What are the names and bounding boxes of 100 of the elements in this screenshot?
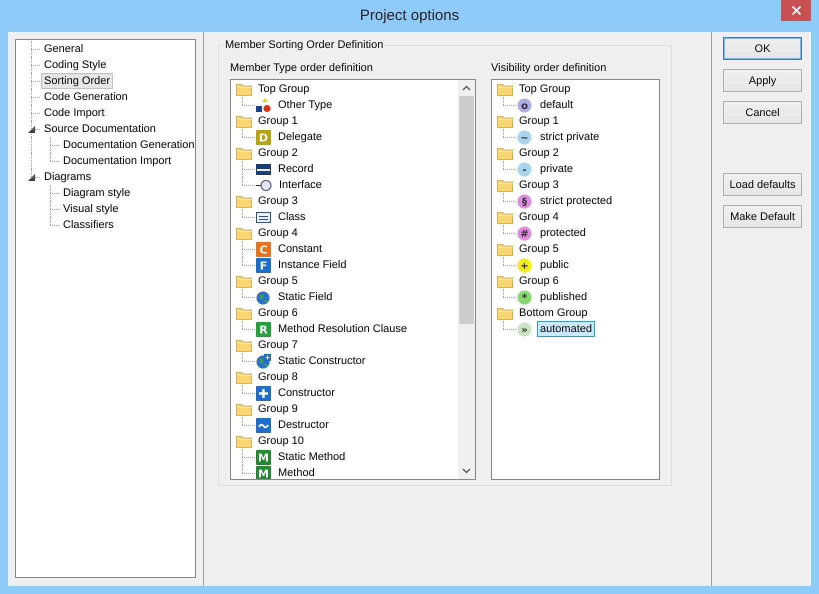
group-item[interactable]: Group 10 [255, 433, 307, 449]
member-item[interactable]: public [537, 257, 572, 273]
folder-icon [236, 146, 252, 160]
visibility-badge-icon: * [517, 290, 532, 304]
folder-icon [236, 402, 252, 416]
sidebar-item[interactable]: Coding Style [41, 57, 110, 73]
sidebar-item[interactable]: Source Documentation [41, 121, 159, 137]
group-item[interactable]: Group 6 [516, 273, 562, 289]
member-item[interactable]: Instance Field [275, 257, 350, 273]
scrollbar[interactable] [458, 80, 475, 479]
group-item[interactable]: Group 6 [255, 305, 301, 321]
member-item[interactable]: Constant [275, 241, 326, 257]
group-item[interactable]: Group 1 [255, 113, 301, 129]
member-item[interactable]: Static Field [275, 289, 336, 305]
dialog-button[interactable]: OK [723, 37, 802, 60]
folder-icon [497, 306, 513, 320]
group-item[interactable]: Group 3 [255, 193, 301, 209]
member-item[interactable]: Other Type [275, 97, 336, 113]
letter-tile-icon: R [256, 322, 271, 336]
folder-icon [497, 82, 513, 96]
list-label: Member Type order definition [230, 62, 374, 76]
group-item[interactable]: Bottom Group [516, 305, 590, 321]
group-item[interactable]: Group 8 [255, 369, 301, 385]
globe-icon [256, 290, 271, 304]
member-item[interactable]: strict protected [537, 193, 616, 209]
group-item[interactable]: Group 5 [516, 241, 562, 257]
folder-icon [236, 370, 252, 384]
letter-tile-icon: C [256, 242, 271, 256]
group-item[interactable]: Top Group [516, 81, 574, 97]
folder-icon [236, 114, 252, 128]
close-button[interactable] [781, 0, 811, 21]
sidebar-item[interactable]: Visual style [60, 201, 122, 217]
group-item[interactable]: Group 2 [516, 145, 562, 161]
sidebar-item[interactable]: Documentation Import [60, 153, 174, 169]
sidebar-item[interactable]: Diagrams [41, 169, 94, 185]
list-label: Visibility order definition [491, 62, 608, 76]
close-icon [792, 6, 800, 15]
wave-tile-icon [256, 418, 271, 432]
dialog-button[interactable]: Cancel [723, 101, 802, 124]
visibility-badge-icon: o [517, 98, 532, 112]
dialog-button[interactable]: Load defaults [723, 173, 802, 196]
sidebar-item[interactable]: Code Generation [41, 89, 131, 105]
member-item[interactable]: default [537, 97, 576, 113]
group-item[interactable]: Group 5 [255, 273, 301, 289]
member-item[interactable]: protected [537, 225, 589, 241]
shapes-icon [256, 98, 271, 112]
expander-icon[interactable] [28, 126, 35, 133]
group-item[interactable]: Group 1 [516, 113, 562, 129]
member-item[interactable]: Delegate [275, 129, 326, 145]
dialog-button[interactable]: Apply [723, 69, 802, 92]
group-item[interactable]: Group 2 [255, 145, 301, 161]
member-item[interactable]: Static Method [275, 449, 348, 465]
folder-icon [236, 226, 252, 240]
bar-tile-icon [256, 162, 271, 176]
scroll-down-icon[interactable] [462, 468, 471, 474]
folder-icon [497, 114, 513, 128]
visibility-badge-icon: » [517, 322, 532, 336]
group-item[interactable]: Group 3 [516, 177, 562, 193]
group-item[interactable]: Top Group [255, 81, 312, 97]
member-item[interactable]: Destructor [275, 417, 332, 433]
member-item[interactable]: private [537, 161, 576, 177]
sidebar-item[interactable]: General [41, 41, 86, 57]
sidebar-item[interactable]: Diagram style [60, 185, 134, 201]
folder-icon [497, 178, 513, 192]
folder-icon [236, 306, 252, 320]
letter-tile-icon: F [256, 258, 271, 272]
dialog-button[interactable]: Make Default [723, 205, 802, 228]
member-item[interactable]: Static Constructor [275, 353, 368, 369]
group-item[interactable]: Group 4 [516, 209, 562, 225]
member-item[interactable]: strict private [537, 129, 602, 145]
scroll-up-icon[interactable] [462, 85, 471, 91]
lollipop-icon [256, 178, 272, 192]
window-title: Project options [360, 7, 460, 24]
sidebar-item[interactable]: Classifiers [60, 217, 117, 233]
group-item[interactable]: Group 7 [255, 337, 301, 353]
folder-icon [236, 274, 252, 288]
member-item[interactable]: Method Resolution Clause [275, 321, 410, 337]
group-item[interactable]: Group 4 [255, 225, 301, 241]
member-item[interactable]: published [537, 289, 590, 305]
letter-tile-icon: M [256, 466, 271, 479]
folder-icon [497, 242, 513, 256]
group-box-title: Member Sorting Order Definition [224, 39, 384, 51]
scroll-thumb[interactable] [459, 96, 474, 324]
member-item[interactable]: Interface [276, 177, 325, 193]
folder-icon [497, 210, 513, 224]
folder-icon [236, 194, 252, 208]
sidebar-item[interactable]: Sorting Order [41, 73, 114, 89]
group-item[interactable]: Group 9 [255, 401, 301, 417]
sidebar-item[interactable]: Code Import [41, 105, 108, 121]
sidebar-item[interactable]: Documentation Generation [60, 137, 198, 153]
expander-icon[interactable] [28, 174, 35, 181]
visibility-badge-icon: - [517, 162, 532, 176]
member-item[interactable]: Record [275, 161, 316, 177]
member-item[interactable]: automated [537, 321, 595, 337]
member-item[interactable]: Constructor [275, 385, 338, 401]
member-item[interactable]: Class [275, 209, 309, 225]
globe-plus-icon [256, 354, 271, 368]
member-item[interactable]: Method [275, 465, 318, 479]
visibility-badge-icon: # [517, 226, 532, 240]
window-tile-icon [256, 210, 271, 224]
